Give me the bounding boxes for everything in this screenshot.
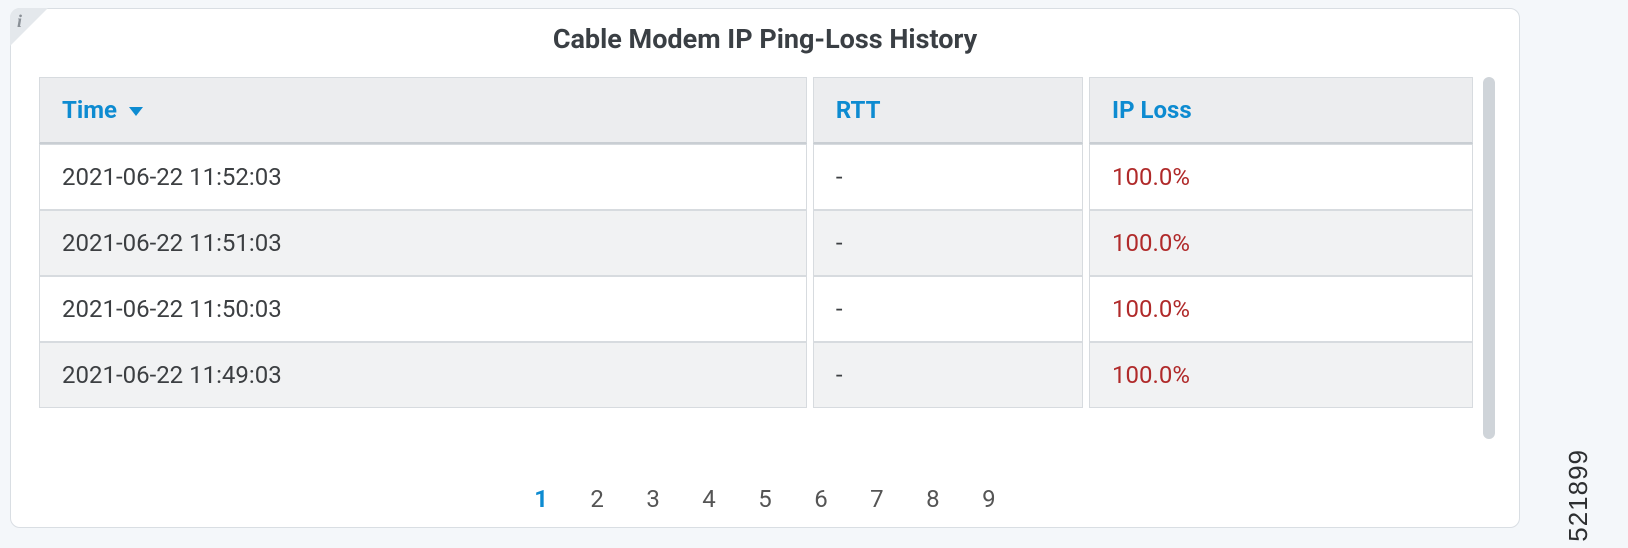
info-icon[interactable]: i — [17, 11, 22, 32]
column-header-rtt-label: RTT — [836, 96, 881, 124]
column-header-loss-label: IP Loss — [1112, 96, 1192, 124]
cell-rtt: - — [813, 276, 1083, 342]
table-row: 2021-06-22 11:52:03 - 100.0% — [39, 144, 1473, 210]
ping-loss-history-panel: i Cable Modem IP Ping-Loss History Time … — [10, 8, 1520, 528]
table-row: 2021-06-22 11:51:03 - 100.0% — [39, 210, 1473, 276]
page-link-5[interactable]: 5 — [754, 485, 776, 513]
cell-time: 2021-06-22 11:51:03 — [39, 210, 807, 276]
table-row: 2021-06-22 11:49:03 - 100.0% — [39, 342, 1473, 408]
cell-time: 2021-06-22 11:49:03 — [39, 342, 807, 408]
cell-time: 2021-06-22 11:52:03 — [39, 144, 807, 210]
cell-rtt: - — [813, 342, 1083, 408]
column-header-time[interactable]: Time — [39, 77, 807, 144]
column-header-rtt[interactable]: RTT — [813, 77, 1083, 144]
table-header-row: Time RTT IP Loss — [39, 77, 1473, 144]
panel-corner — [10, 8, 48, 46]
cell-loss: 100.0% — [1089, 342, 1473, 408]
page-link-8[interactable]: 8 — [922, 485, 944, 513]
page-link-9[interactable]: 9 — [978, 485, 1000, 513]
page-link-1[interactable]: 1 — [530, 485, 552, 513]
page-link-6[interactable]: 6 — [810, 485, 832, 513]
sort-desc-icon — [129, 107, 143, 116]
ping-loss-table: Time RTT IP Loss 2021-06-22 11:52:03 — [33, 77, 1479, 408]
cell-loss: 100.0% — [1089, 144, 1473, 210]
page-link-2[interactable]: 2 — [586, 485, 608, 513]
panel-title: Cable Modem IP Ping-Loss History — [11, 9, 1519, 73]
page-link-3[interactable]: 3 — [642, 485, 664, 513]
table-row: 2021-06-22 11:50:03 - 100.0% — [39, 276, 1473, 342]
vertical-scrollbar[interactable] — [1483, 77, 1495, 439]
pagination: 1 2 3 4 5 6 7 8 9 — [11, 485, 1519, 513]
column-header-loss[interactable]: IP Loss — [1089, 77, 1473, 144]
cell-loss: 100.0% — [1089, 210, 1473, 276]
cell-loss: 100.0% — [1089, 276, 1473, 342]
cell-rtt: - — [813, 210, 1083, 276]
cell-time: 2021-06-22 11:50:03 — [39, 276, 807, 342]
table-scroll-area: Time RTT IP Loss 2021-06-22 11:52:03 — [33, 77, 1497, 457]
cell-rtt: - — [813, 144, 1083, 210]
page-link-4[interactable]: 4 — [698, 485, 720, 513]
column-header-time-label: Time — [62, 96, 117, 124]
page-link-7[interactable]: 7 — [866, 485, 888, 513]
document-id: 521899 — [1563, 449, 1594, 542]
